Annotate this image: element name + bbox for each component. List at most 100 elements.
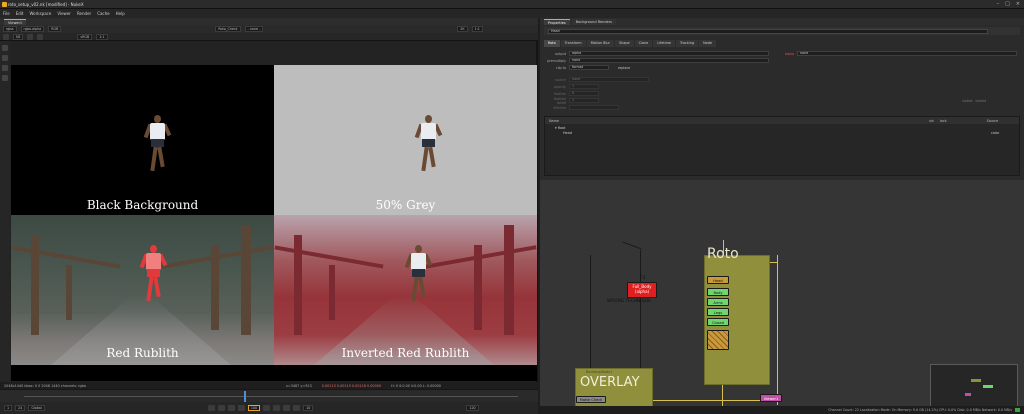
node-graph[interactable]: Roto Head Body Arms Legs Closed F3 Full_…: [540, 180, 1024, 414]
menu-file[interactable]: File: [3, 11, 10, 16]
quadrant-label: Red Rublith: [106, 346, 179, 360]
menu-cache[interactable]: Cache: [97, 11, 109, 16]
title-bar: roto_setup_v02.nk [modified] - NukeX – □…: [0, 0, 1024, 9]
curves-head-item[interactable]: Head: [563, 131, 572, 135]
curves-header: Name vis lock Source: [545, 117, 1019, 124]
maximize-icon[interactable]: □: [1005, 1, 1010, 7]
select-tool-icon[interactable]: [2, 45, 8, 51]
curves-source-value[interactable]: color: [991, 131, 999, 135]
brush-tool-icon[interactable]: [2, 65, 8, 71]
node-disabled-merge[interactable]: [707, 330, 729, 350]
node-wire: [640, 400, 760, 401]
next-keyframe-icon[interactable]: [283, 405, 291, 411]
node-legs[interactable]: Legs: [707, 308, 729, 316]
quadrant-red-rublith: Red Rublith: [11, 215, 274, 365]
subtab-clone[interactable]: Clone: [634, 40, 653, 47]
roi-icon[interactable]: [37, 33, 44, 40]
menu-help[interactable]: Help: [116, 11, 125, 16]
premultiply-select[interactable]: none: [569, 58, 769, 63]
curves-root-label: Root: [557, 126, 566, 130]
subtab-shape[interactable]: Shape: [614, 40, 634, 47]
fstop-field[interactable]: f/8: [13, 33, 24, 40]
node-full-body[interactable]: Full_Body (alpha): [627, 282, 657, 298]
opacity-field[interactable]: 1: [569, 84, 599, 89]
tab-properties[interactable]: Properties: [544, 18, 570, 25]
gamma-icon[interactable]: [27, 33, 34, 40]
backdrop-overlay-title: OVERLAY: [580, 375, 640, 390]
replace-checkbox[interactable]: replace: [618, 66, 630, 70]
mask-select[interactable]: none: [797, 51, 1017, 56]
last-frame-icon[interactable]: [293, 405, 301, 411]
quadrant-grey-background: 50% Grey: [274, 65, 537, 215]
node-matte-check[interactable]: Matte Check: [576, 396, 606, 403]
channels-select[interactable]: rgba: [3, 26, 17, 32]
viewer-toolbar-secondary: f/8 sRGB 1:1: [0, 33, 538, 41]
subtab-node[interactable]: Node: [699, 40, 716, 47]
output-select[interactable]: alpha: [569, 51, 769, 56]
minimize-icon[interactable]: –: [997, 1, 1000, 7]
curves-col-source: Source: [986, 118, 999, 123]
runner-red-overlay: [139, 245, 168, 307]
curves-root-item[interactable]: ▾ Root: [555, 126, 565, 130]
subtab-lifetime[interactable]: Lifetime: [653, 40, 675, 47]
increment-field[interactable]: 10: [303, 405, 314, 411]
subtab-tracking[interactable]: Tracking: [675, 40, 699, 47]
zoom-select[interactable]: 2K: [457, 26, 468, 32]
compare-a-select[interactable]: Roto_Check: [215, 26, 241, 32]
param-source: source none: [544, 76, 1020, 83]
viewer-canvas[interactable]: Black Background 50% Grey Red Rublith In…: [11, 65, 537, 381]
source-select[interactable]: none: [569, 77, 649, 82]
play-forward-icon[interactable]: [263, 405, 271, 411]
lifetime-select[interactable]: [569, 105, 619, 110]
proxy-select[interactable]: 1:1: [471, 26, 483, 32]
frame-in-field[interactable]: 1: [4, 405, 13, 411]
timeline-playhead[interactable]: [244, 391, 246, 402]
playback-mode-select[interactable]: Global: [28, 405, 45, 411]
node-name-field[interactable]: Head: [548, 28, 988, 34]
menu-workspace[interactable]: Workspace: [29, 11, 51, 16]
node-viewer1[interactable]: Viewer1: [760, 394, 782, 402]
quadrant-label: Black Background: [86, 198, 199, 212]
locked-checkbox[interactable]: locked: [976, 99, 987, 103]
subtab-roto[interactable]: Roto: [544, 40, 560, 47]
menu-render[interactable]: Render: [77, 11, 91, 16]
node-arms[interactable]: Arms: [707, 298, 729, 306]
clip-to-select[interactable]: format: [569, 65, 609, 70]
visible-checkbox[interactable]: visible: [962, 99, 973, 103]
display-channel-select[interactable]: RGB: [48, 26, 62, 32]
feather-field[interactable]: 0: [569, 91, 599, 96]
subtab-transform[interactable]: Transform: [560, 40, 586, 47]
node-body[interactable]: Body: [707, 288, 729, 296]
first-frame-icon[interactable]: [207, 405, 215, 411]
playback-controls: 1 24 Global 100 10 120: [0, 402, 538, 414]
backdrop-node-small-label: BackdropNode1: [586, 370, 613, 374]
node-wire: [777, 255, 778, 405]
hsv-values: H: 0 S:0.00 V:0.00 L: 0.00000: [391, 383, 441, 388]
alpha-channel-select[interactable]: rgba.alpha: [20, 26, 45, 32]
menu-viewer[interactable]: Viewer: [57, 11, 71, 16]
node-closed[interactable]: Closed: [707, 318, 729, 326]
frame-out-field[interactable]: 120: [466, 405, 479, 411]
feather-falloff-field[interactable]: 1: [569, 98, 599, 103]
timeline-ruler: [24, 396, 518, 397]
tab-background-renders[interactable]: Background Renders: [571, 18, 616, 25]
fps-field[interactable]: 24: [15, 405, 26, 411]
bezier-tool-icon[interactable]: [2, 55, 8, 61]
exposure-select[interactable]: sRGB: [77, 33, 93, 40]
prev-keyframe-icon[interactable]: [217, 405, 225, 411]
menu-edit[interactable]: Edit: [16, 11, 24, 16]
play-backward-icon[interactable]: [237, 405, 245, 411]
step-back-icon[interactable]: [227, 405, 235, 411]
subtab-motion-blur[interactable]: Motion Blur: [586, 40, 614, 47]
node-graph-minimap[interactable]: [930, 364, 1018, 408]
eraser-tool-icon[interactable]: [2, 75, 8, 81]
step-forward-icon[interactable]: [273, 405, 281, 411]
timeline[interactable]: [0, 389, 538, 402]
gain-icon[interactable]: [3, 33, 9, 40]
tab-viewer1[interactable]: Viewer1: [4, 18, 27, 25]
node-head[interactable]: Head: [707, 276, 729, 284]
current-frame-field[interactable]: 100: [247, 405, 261, 411]
close-icon[interactable]: ×: [1016, 1, 1020, 7]
compare-b-select[interactable]: - none -: [244, 26, 264, 32]
frame-range-field[interactable]: 1:1: [96, 33, 108, 40]
